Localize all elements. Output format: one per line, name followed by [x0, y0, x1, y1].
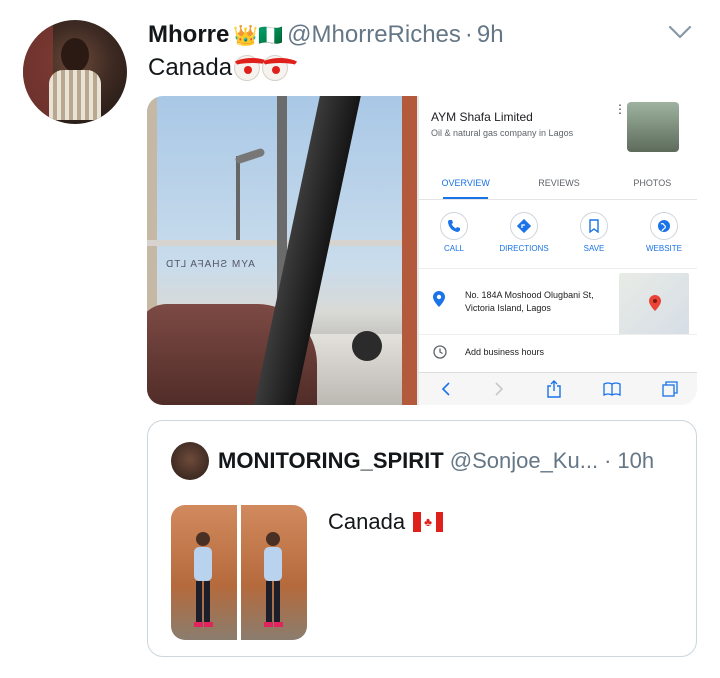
hours-row: Add business hours [419, 334, 697, 370]
person-figure [264, 532, 283, 627]
action-call-label: CALL [443, 244, 464, 253]
quoted-photo-1[interactable] [171, 505, 237, 640]
directions-icon [510, 212, 538, 240]
tanker-photo[interactable]: AYM SHAFA LTD [147, 96, 417, 405]
photo-brick-wall [402, 96, 417, 405]
tab-overview: OVERVIEW [419, 172, 512, 199]
business-subtitle: Oil & natural gas company in Lagos [431, 128, 574, 138]
share-icon [547, 380, 561, 398]
quoted-text-content: Canada [328, 509, 406, 534]
chevron-down-icon[interactable] [667, 24, 693, 40]
action-directions: DIRECTIONS [489, 212, 559, 262]
clown-face-icon [260, 55, 301, 81]
bookmarks-icon [603, 382, 621, 396]
action-website: WEBSITE [629, 212, 697, 262]
action-call: CALL [419, 212, 489, 262]
avatar-body [49, 70, 101, 120]
browser-toolbar [419, 372, 697, 405]
photo-lamp-head [234, 147, 266, 165]
quoted-avatar[interactable] [171, 442, 209, 480]
author-avatar[interactable] [23, 20, 127, 124]
action-website-label: WEBSITE [645, 244, 682, 253]
phone-icon [440, 212, 468, 240]
clown-face-icon [232, 55, 273, 81]
avatar-head [61, 38, 89, 72]
location-pin-icon [433, 291, 445, 307]
tab-reviews: REVIEWS [538, 178, 580, 188]
name-badges: 👑🇳🇬 [233, 24, 284, 47]
back-icon [441, 382, 450, 396]
map-pin-icon [649, 295, 661, 311]
tweet-text: Canada [148, 54, 301, 82]
photo-wheel [352, 331, 382, 361]
action-save-label: SAVE [583, 244, 605, 253]
tweet-header: Mhorre 👑🇳🇬 @MhorreRiches · 9h [148, 20, 504, 50]
clock-icon [433, 345, 447, 359]
tab-photos: PHOTOS [633, 178, 672, 188]
tweet-media[interactable]: AYM SHAFA LTD AYM Shafa Limited Oil & na… [147, 96, 697, 405]
business-name: AYM Shafa Limited [431, 110, 533, 124]
quoted-handle[interactable]: @Sonjoe_Ku... [450, 448, 598, 474]
truck-text: AYM SHAFA LTD [165, 259, 255, 270]
maps-tabs: OVERVIEW REVIEWS PHOTOS [419, 172, 697, 200]
photo-lamp-post [236, 156, 240, 246]
quoted-tweet[interactable]: MONITORING_SPIRIT @Sonjoe_Ku... · 10h Ca… [147, 420, 697, 657]
quoted-display-name[interactable]: MONITORING_SPIRIT [218, 448, 444, 474]
hours-text: Add business hours [465, 347, 545, 357]
action-directions-label: DIRECTIONS [499, 244, 549, 253]
quoted-header: MONITORING_SPIRIT @Sonjoe_Ku... · 10h [218, 448, 654, 474]
more-icon: ⋮ [614, 102, 626, 116]
bookmark-icon [580, 212, 608, 240]
maps-screenshot[interactable]: AYM Shafa Limited Oil & natural gas comp… [417, 96, 697, 405]
action-save: SAVE [559, 212, 629, 262]
quoted-timestamp[interactable]: 10h [617, 448, 654, 474]
quoted-photo-2[interactable] [241, 505, 307, 640]
maps-actions: CALL DIRECTIONS SAVE WEBSITE [419, 212, 697, 262]
quoted-text: Canada ♣ [328, 509, 444, 535]
quoted-separator-dot: · [604, 448, 612, 473]
timestamp[interactable]: 9h [477, 21, 504, 49]
quoted-media[interactable] [171, 505, 307, 640]
person-figure [194, 532, 213, 627]
globe-icon [650, 212, 678, 240]
forward-icon [495, 382, 503, 396]
address-text: No. 184A Moshood Olugbani St, Victoria I… [465, 290, 594, 313]
separator-dot: · [464, 21, 473, 48]
business-thumbnail [627, 102, 679, 152]
tweet-text-content: Canada [148, 54, 233, 81]
handle[interactable]: @MhorreRiches [287, 21, 461, 49]
canada-flag-icon: ♣ [413, 512, 444, 532]
address-row: No. 184A Moshood Olugbani St, Victoria I… [419, 268, 697, 335]
tabs-icon [662, 381, 678, 397]
display-name[interactable]: Mhorre [148, 21, 229, 49]
